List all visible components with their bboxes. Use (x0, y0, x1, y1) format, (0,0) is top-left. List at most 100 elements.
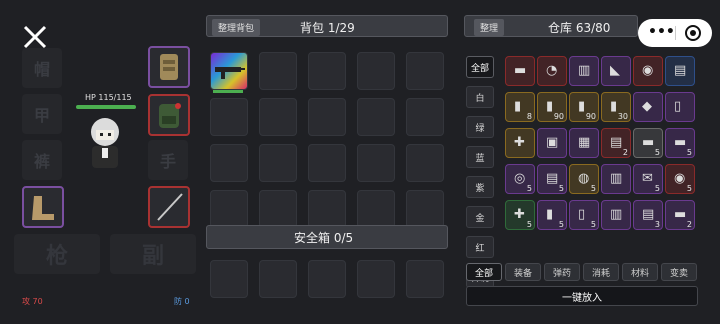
warehouse-item[interactable]: ✉ 5 (633, 164, 663, 194)
close-icon[interactable] (22, 24, 48, 50)
backpack-slot[interactable] (357, 98, 395, 136)
backpack-slot[interactable] (357, 144, 395, 182)
warehouse-item[interactable]: ▤ 2 (601, 128, 631, 158)
sort-backpack-button[interactable]: 整理背包 (212, 19, 261, 36)
backpack-slot[interactable] (259, 144, 297, 182)
warehouse-item[interactable]: ✚ (505, 128, 535, 158)
backpack-slot[interactable] (406, 144, 444, 182)
boots-slot[interactable] (22, 186, 64, 228)
rarity-filter-4[interactable]: 紫 (466, 176, 494, 198)
backpack-slot[interactable] (406, 52, 444, 90)
rarity-filter-6[interactable]: 红 (466, 236, 494, 258)
category-tab-0[interactable]: 全部 (466, 263, 502, 281)
warehouse-item[interactable]: ▬ 5 (665, 128, 695, 158)
warehouse-item[interactable]: ▬ 2 (665, 200, 695, 230)
warehouse-item[interactable]: ▬ (505, 56, 535, 86)
item-icon: ◔ (546, 63, 558, 78)
warehouse-item[interactable]: ▮ 90 (537, 92, 567, 122)
vest-slot[interactable] (148, 46, 190, 88)
backpack-slot[interactable] (210, 144, 248, 182)
warehouse-item[interactable]: ▥ (569, 56, 599, 86)
pants-slot[interactable]: 裤 (22, 140, 62, 180)
item-count: 8 (526, 112, 532, 121)
put-all-button[interactable]: 一键放入 (466, 286, 698, 306)
warehouse-item[interactable]: ▬ 5 (633, 128, 663, 158)
warehouse-item[interactable]: ▮ 5 (537, 200, 567, 230)
record-icon[interactable] (684, 24, 702, 42)
knife-slot[interactable] (148, 186, 190, 228)
warehouse-item[interactable]: ▤ 5 (537, 164, 567, 194)
rarity-filter-2[interactable]: 绿 (466, 116, 494, 138)
backpack-slot[interactable] (357, 190, 395, 228)
warehouse-item[interactable]: ▮ 30 (601, 92, 631, 122)
category-tab-2[interactable]: 弹药 (544, 263, 580, 281)
item-icon: ▬ (674, 135, 687, 150)
backpack-slot[interactable] (357, 52, 395, 90)
warehouse-item[interactable]: ▯ (665, 92, 695, 122)
warehouse-item[interactable]: ◆ (633, 92, 663, 122)
safe-box-slot[interactable] (357, 260, 395, 298)
backpack-slot[interactable] (308, 98, 346, 136)
item-icon: ▤ (642, 207, 655, 222)
backpack-slot[interactable] (259, 52, 297, 90)
more-icon[interactable]: ••• (648, 24, 675, 40)
hand-slot[interactable]: 手 (148, 140, 188, 180)
warehouse-item[interactable]: ▦ (569, 128, 599, 158)
warehouse-item[interactable]: ◣ (601, 56, 631, 86)
warehouse-item[interactable]: ◉ (633, 56, 663, 86)
warehouse-item[interactable]: ◉ 5 (665, 164, 695, 194)
warehouse-item[interactable]: ▥ (601, 164, 631, 194)
category-tab-1[interactable]: 装备 (505, 263, 541, 281)
item-icon: ▮ (514, 99, 522, 114)
sort-warehouse-button[interactable]: 整理 (474, 19, 505, 36)
armor-slot[interactable]: 甲 (22, 94, 62, 134)
hat-slot[interactable]: 帽 (22, 48, 62, 88)
rarity-filter-0[interactable]: 全部 (466, 56, 494, 78)
safe-box-slot[interactable] (406, 260, 444, 298)
category-tab-4[interactable]: 材料 (622, 263, 658, 281)
backpack-slot[interactable] (148, 94, 190, 136)
rarity-filter-label: 白 (475, 93, 485, 104)
item-icon: ▬ (642, 135, 655, 150)
secondary-slot[interactable]: 副 (110, 234, 196, 274)
item-icon: ▮ (610, 99, 618, 114)
backpack-slot[interactable] (308, 190, 346, 228)
warehouse-item[interactable]: ▣ (537, 128, 567, 158)
backpack-slot[interactable] (210, 98, 248, 136)
warehouse-item[interactable]: ◎ 5 (505, 164, 535, 194)
item-icon: ◍ (578, 171, 590, 186)
backpack-slot[interactable] (210, 190, 248, 228)
item-count: 5 (558, 220, 564, 229)
item-icon: ▥ (610, 171, 623, 186)
backpack-slot[interactable] (308, 52, 346, 90)
safe-box-slot[interactable] (210, 260, 248, 298)
backpack-slot[interactable] (210, 52, 248, 93)
item-count: 5 (526, 220, 532, 229)
category-tab-5[interactable]: 变卖 (661, 263, 697, 281)
warehouse-item[interactable]: ▥ (601, 200, 631, 230)
warehouse-item[interactable]: ▮ 8 (505, 92, 535, 122)
backpack-slot[interactable] (406, 98, 444, 136)
category-tab-3[interactable]: 消耗 (583, 263, 619, 281)
backpack-slot[interactable] (259, 190, 297, 228)
gun-slot[interactable]: 枪 (14, 234, 100, 274)
backpack-slot[interactable] (308, 144, 346, 182)
backpack-slot[interactable] (406, 190, 444, 228)
warehouse-item[interactable]: ◔ (537, 56, 567, 86)
rarity-filter-1[interactable]: 白 (466, 86, 494, 108)
warehouse-item[interactable]: ◍ 5 (569, 164, 599, 194)
safe-box-slot[interactable] (259, 260, 297, 298)
warehouse-item[interactable]: ▤ 3 (633, 200, 663, 230)
item-icon: ▯ (578, 207, 586, 222)
rarity-filter-5[interactable]: 金 (466, 206, 494, 228)
warehouse-title: 仓库 63/80 (548, 21, 611, 35)
warehouse-item[interactable]: ▯ 5 (569, 200, 599, 230)
item-icon: ▣ (546, 135, 559, 150)
warehouse-item[interactable]: ▤ (665, 56, 695, 86)
defense-stat: 防 0 (174, 297, 190, 306)
warehouse-item[interactable]: ▮ 90 (569, 92, 599, 122)
rarity-filter-3[interactable]: 蓝 (466, 146, 494, 168)
safe-box-slot[interactable] (308, 260, 346, 298)
backpack-slot[interactable] (259, 98, 297, 136)
warehouse-item[interactable]: ✚ 5 (505, 200, 535, 230)
